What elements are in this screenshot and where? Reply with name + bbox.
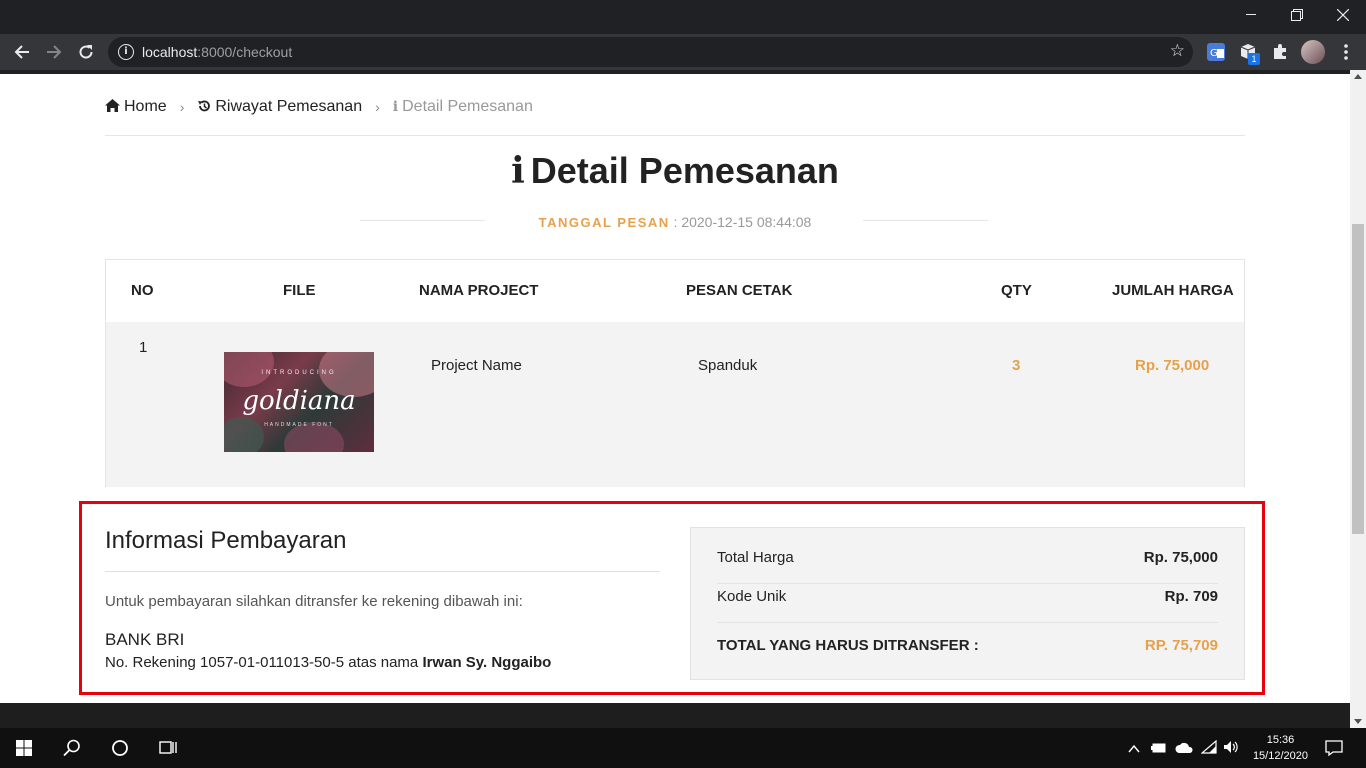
svg-text:G: G: [1210, 48, 1218, 59]
print-type: Spanduk: [698, 357, 758, 374]
browser-titlebar: [0, 0, 1366, 34]
volume-icon[interactable]: [1223, 740, 1239, 759]
back-icon[interactable]: [8, 38, 36, 66]
notification-center-icon[interactable]: [1325, 739, 1343, 762]
order-date-label: TANGGAL PESAN: [538, 215, 670, 230]
table-header: NO FILE NAMA PROJECT PESAN CETAK QTY JUM…: [106, 260, 1244, 322]
onedrive-cloud-icon[interactable]: [1175, 741, 1193, 759]
summary-transfer-row: TOTAL YANG HARUS DITRANSFER : RP. 75,709: [717, 637, 1218, 654]
browser-toolbar: i localhost:8000/checkout ☆ G 1: [0, 34, 1366, 70]
tray-chevron-up-icon[interactable]: [1128, 741, 1140, 759]
scroll-up-arrow-icon[interactable]: [1354, 74, 1362, 79]
reload-icon[interactable]: [72, 38, 100, 66]
bank-name: BANK BRI: [105, 630, 185, 649]
column-header-no: NO: [131, 282, 154, 299]
breadcrumb-separator: ›: [375, 99, 380, 115]
breadcrumb-current: Detail Pemesanan: [402, 98, 533, 115]
scroll-thumb[interactable]: [1352, 224, 1364, 534]
profile-avatar[interactable]: [1301, 40, 1325, 64]
battery-icon[interactable]: [1151, 741, 1167, 759]
breadcrumb-separator: ›: [179, 99, 185, 115]
forward-icon[interactable]: [40, 38, 68, 66]
package-extension-icon[interactable]: 1: [1238, 42, 1260, 65]
minimize-icon[interactable]: [1228, 0, 1274, 30]
row-price: Rp. 75,000: [1135, 357, 1210, 374]
summary-divider: [717, 583, 1218, 584]
address-url[interactable]: localhost:8000/checkout: [142, 44, 292, 60]
extensions-puzzle-icon[interactable]: [1270, 42, 1290, 62]
url-host: localhost: [142, 44, 198, 60]
order-date: TANGGAL PESAN : 2020-12-15 08:44:08: [0, 214, 1350, 230]
info-icon: i: [392, 99, 399, 115]
translate-extension-icon[interactable]: G: [1206, 42, 1226, 62]
wifi-icon[interactable]: [1200, 739, 1217, 759]
bookmark-star-icon[interactable]: ☆: [1170, 41, 1185, 61]
task-view-icon[interactable]: [159, 739, 177, 762]
page-title-text: Detail Pemesanan: [530, 150, 839, 191]
summary-total-row: Total Harga Rp. 75,000: [717, 549, 1218, 566]
page-title: i Detail Pemesanan: [0, 150, 1350, 192]
cortana-icon[interactable]: [111, 739, 129, 762]
summary-total-label: Total Harga: [717, 549, 794, 566]
summary-total-value: Rp. 75,000: [1143, 549, 1218, 566]
summary-code-value: Rp. 709: [1164, 588, 1218, 605]
summary-code-row: Kode Unik Rp. 709: [717, 588, 1218, 605]
breadcrumb: Home › Riwayat Pemesanan › i Detail Peme…: [105, 98, 533, 116]
column-header-qty: QTY: [1001, 282, 1032, 299]
thumbnail-text-top: INTRODUCING: [261, 370, 337, 376]
page-footer-strip: [0, 703, 1350, 728]
history-icon: [197, 99, 211, 116]
payment-info-title: Informasi Pembayaran: [105, 527, 347, 554]
info-icon: i: [511, 150, 525, 192]
summary-code-label: Kode Unik: [717, 588, 787, 605]
order-date-value: : 2020-12-15 08:44:08: [669, 214, 812, 230]
thumbnail-text-bottom: HANDMADE FONT: [264, 422, 334, 428]
home-icon: [105, 99, 120, 115]
windows-start-icon[interactable]: [16, 740, 32, 761]
windows-taskbar: 15:36 15/12/2020: [0, 728, 1366, 768]
url-path: :8000/checkout: [197, 44, 293, 60]
project-name: Project Name: [431, 357, 522, 374]
summary-transfer-value: RP. 75,709: [1144, 637, 1218, 654]
account-number-text: No. Rekening 1057-01-011013-50-5 atas na…: [105, 654, 423, 671]
restore-icon[interactable]: [1274, 0, 1320, 30]
clock-date: 15/12/2020: [1252, 750, 1308, 762]
column-header-project: NAMA PROJECT: [419, 282, 539, 299]
extension-badge: 1: [1248, 53, 1260, 65]
quantity: 3: [1012, 357, 1021, 374]
page-content: Home › Riwayat Pemesanan › i Detail Peme…: [0, 74, 1350, 703]
taskbar-clock[interactable]: 15:36 15/12/2020: [1253, 732, 1308, 764]
column-header-print: PESAN CETAK: [686, 282, 793, 299]
clock-time: 15:36: [1266, 734, 1295, 746]
account-info: No. Rekening 1057-01-011013-50-5 atas na…: [105, 654, 551, 671]
order-table: NO FILE NAMA PROJECT PESAN CETAK QTY JUM…: [105, 259, 1245, 487]
breadcrumb-history[interactable]: Riwayat Pemesanan: [215, 98, 362, 116]
breadcrumb-divider: [105, 135, 1245, 136]
page-scrollbar[interactable]: [1350, 70, 1366, 728]
browser-menu-icon[interactable]: [1336, 42, 1356, 62]
site-info-icon[interactable]: i: [118, 44, 134, 60]
search-icon[interactable]: [63, 739, 81, 762]
table-row: 1 INTRODUCING goldiana HANDMADE FONT Pro…: [106, 322, 1244, 487]
column-header-file: FILE: [283, 282, 316, 299]
breadcrumb-home[interactable]: Home: [124, 98, 167, 116]
row-number: 1: [139, 339, 148, 356]
close-window-icon[interactable]: [1320, 0, 1366, 30]
file-thumbnail[interactable]: INTRODUCING goldiana HANDMADE FONT: [224, 352, 374, 452]
payment-description: Untuk pembayaran silahkan ditransfer ke …: [105, 593, 523, 610]
summary-transfer-label: TOTAL YANG HARUS DITRANSFER :: [717, 637, 979, 654]
column-header-price: JUMLAH HARGA: [1112, 282, 1234, 299]
payment-summary: Total Harga Rp. 75,000 Kode Unik Rp. 709…: [690, 527, 1245, 680]
address-bar[interactable]: i localhost:8000/checkout ☆: [108, 37, 1193, 67]
thumbnail-text-main: goldiana: [242, 386, 356, 416]
summary-divider: [717, 622, 1218, 623]
scroll-down-arrow-icon[interactable]: [1354, 719, 1362, 724]
account-holder-name: Irwan Sy. Nggaibo: [422, 654, 552, 671]
payment-divider: [105, 571, 660, 572]
